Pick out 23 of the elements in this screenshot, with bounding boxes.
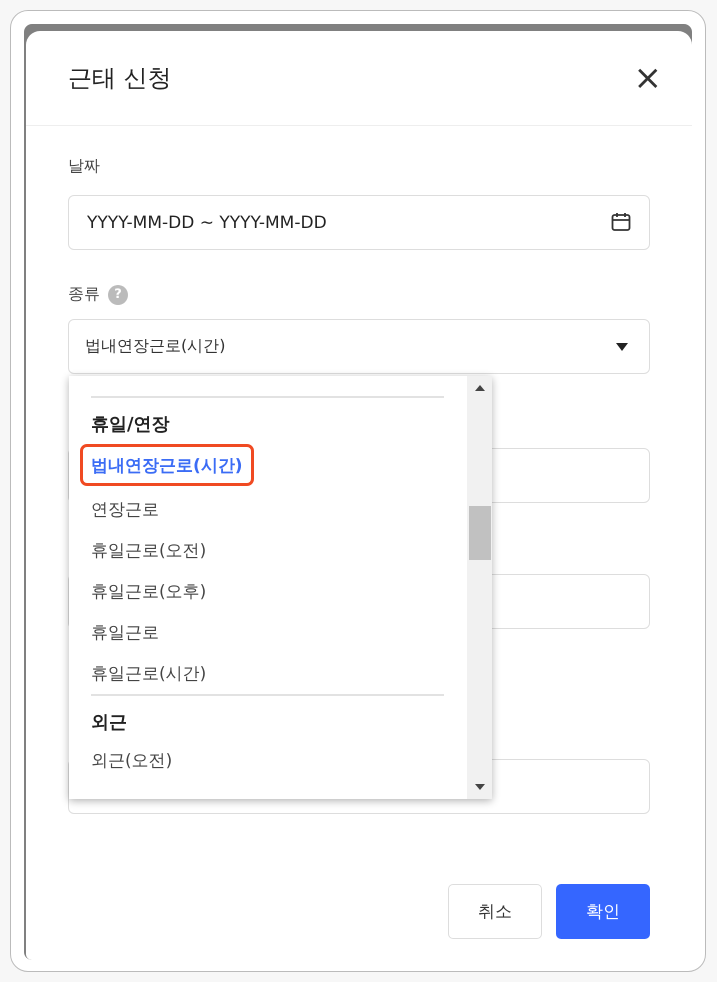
close-button[interactable]: × [634, 61, 662, 95]
dropdown-option[interactable]: 연장근로 [91, 489, 159, 530]
calendar-icon [610, 211, 632, 233]
scroll-down-icon[interactable] [474, 783, 486, 791]
dropdown-option[interactable]: 외근(오전) [91, 740, 172, 781]
dialog-title: 근태 신청 [68, 63, 172, 94]
dropdown-option[interactable]: 법내연장근로(시간) [80, 444, 254, 486]
caret-icon [615, 342, 629, 352]
date-field[interactable]: YYYY-MM-DD ~ YYYY-MM-DD [68, 195, 650, 250]
field-label: 종류 [68, 284, 100, 305]
field-label: 날짜 [68, 156, 100, 175]
group-header: 휴일/연장 [91, 413, 171, 437]
dropdown-option[interactable]: 휴일근로(오후) [91, 571, 206, 612]
scroll-up-icon[interactable] [474, 384, 486, 392]
cancel-button[interactable]: 취소 [448, 884, 542, 939]
scrollbar[interactable] [467, 376, 492, 799]
type-select[interactable]: 법내연장근로(시간) [68, 319, 650, 374]
group-header: 외근 [91, 711, 128, 735]
dropdown-option[interactable]: 휴일근로(시간) [91, 653, 206, 694]
confirm-button[interactable]: 확인 [556, 884, 650, 939]
dropdown-option[interactable]: 휴일근로 [91, 612, 159, 653]
dropdown-option[interactable]: 휴일근로(오전) [91, 530, 206, 571]
scroll-thumb[interactable] [468, 506, 490, 560]
